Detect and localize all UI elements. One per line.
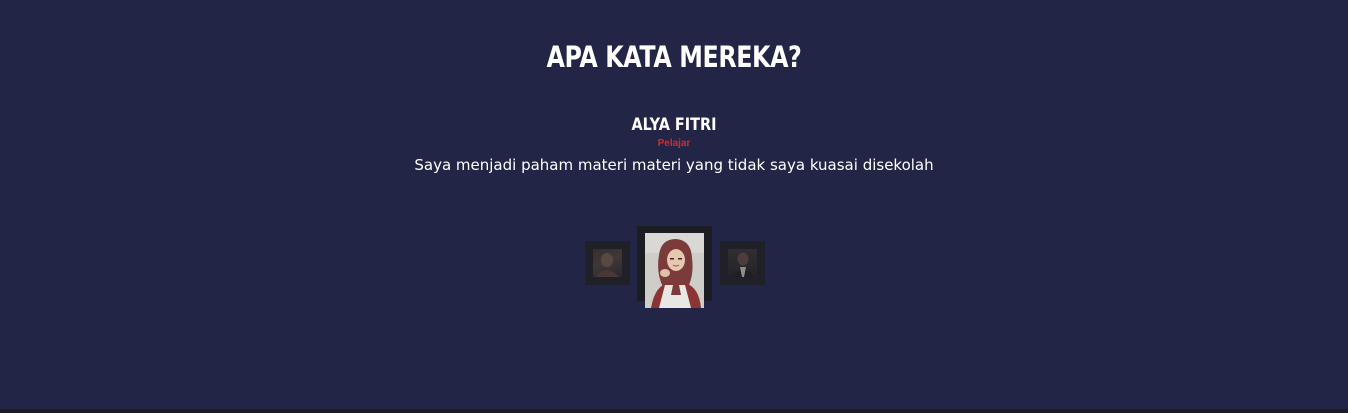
testimonial-name: ALYA FITRI	[631, 115, 717, 135]
testimonial-quote: Saya menjadi paham materi materi yang ti…	[414, 156, 934, 174]
person-photo-icon	[645, 233, 704, 308]
testimonial-role: Pelajar	[657, 138, 691, 149]
testimonial-section: APA KATA MEREKA? ALYA FITRI Pelajar Saya…	[0, 0, 1348, 409]
testimonial-thumbnail-active[interactable]	[637, 226, 712, 308]
person-photo-icon	[593, 249, 622, 277]
section-heading: APA KATA MEREKA?	[546, 40, 802, 74]
testimonial-thumbnail-prev[interactable]	[585, 241, 630, 285]
person-photo-icon	[728, 249, 757, 277]
testimonial-thumbnail-next[interactable]	[720, 241, 765, 285]
page-bottom-divider	[0, 409, 1348, 413]
